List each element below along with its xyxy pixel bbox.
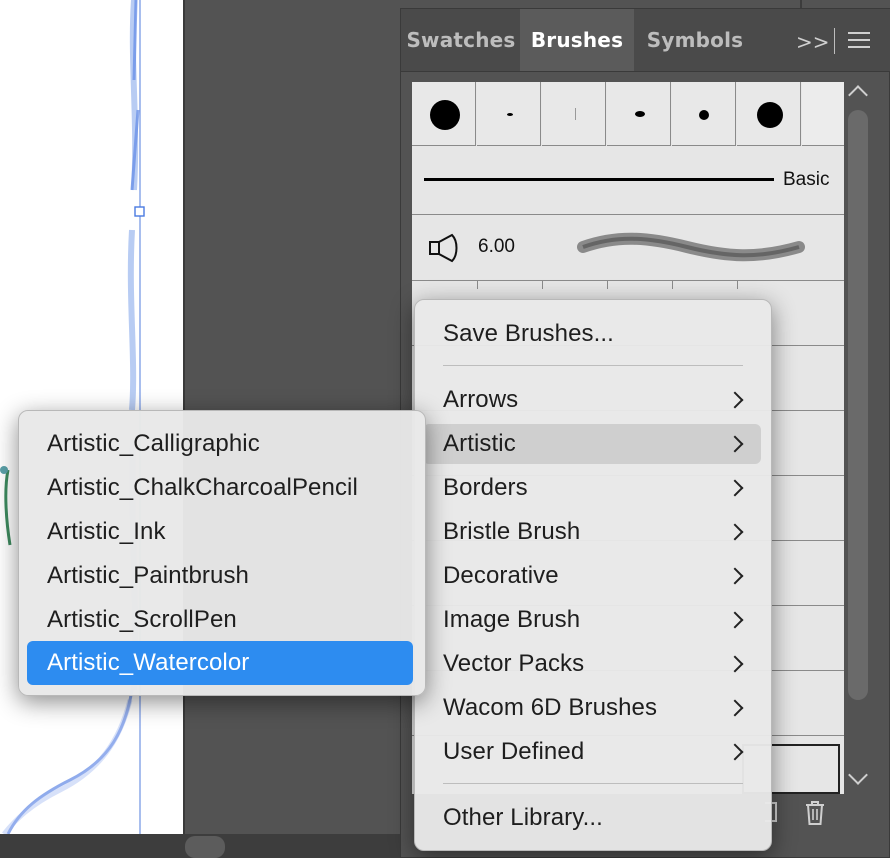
basic-brush-stroke <box>424 178 774 181</box>
artistic-submenu: Artistic_Calligraphic Artistic_ChalkChar… <box>18 410 426 696</box>
brush-thumb[interactable] <box>672 82 736 146</box>
menu-separator <box>443 365 743 366</box>
menu-item-save-brushes[interactable]: Save Brushes... <box>423 314 761 354</box>
tab-brushes[interactable]: Brushes <box>520 9 634 71</box>
submenu-item-artistic-paintbrush[interactable]: Artistic_Paintbrush <box>27 556 413 596</box>
chevron-right-icon <box>726 523 744 541</box>
menu-item-other-library[interactable]: Other Library... <box>423 798 761 838</box>
brush-thumb[interactable] <box>737 82 801 146</box>
chevron-right-icon <box>726 655 744 673</box>
watercolor-stroke-preview <box>577 232 805 262</box>
chevron-right-icon <box>726 567 744 585</box>
menu-item-wacom-6d-brushes[interactable]: Wacom 6D Brushes <box>423 688 761 728</box>
chevron-right-icon <box>726 435 744 453</box>
menu-item-bristle-brush[interactable]: Bristle Brush <box>423 512 761 552</box>
chevron-right-icon <box>726 743 744 761</box>
submenu-item-artistic-ink[interactable]: Artistic_Ink <box>27 512 413 552</box>
submenu-item-artistic-watercolor[interactable]: Artistic_Watercolor <box>27 641 413 685</box>
chevron-right-icon <box>726 479 744 497</box>
brush-thumb-empty <box>802 82 844 146</box>
panel-menu-icon[interactable] <box>848 32 870 50</box>
menu-item-vector-packs[interactable]: Vector Packs <box>423 644 761 684</box>
trash-icon[interactable] <box>803 800 827 826</box>
tab-symbols[interactable]: Symbols <box>636 9 754 71</box>
menu-item-decorative[interactable]: Decorative <box>423 556 761 596</box>
brush-row-calligraphic[interactable]: 6.00 <box>412 215 844 281</box>
basic-brush-label: Basic <box>783 169 830 190</box>
panel-header-separator <box>834 28 835 54</box>
brush-thumb[interactable] <box>412 82 476 146</box>
brush-size-value: 6.00 <box>478 236 515 257</box>
submenu-item-artistic-calligraphic[interactable]: Artistic_Calligraphic <box>27 424 413 464</box>
menu-item-borders[interactable]: Borders <box>423 468 761 508</box>
brush-thumb[interactable] <box>477 82 541 146</box>
horizontal-scroll-thumb[interactable] <box>185 836 225 858</box>
menu-item-artistic[interactable]: Artistic <box>423 424 761 464</box>
menu-item-user-defined[interactable]: User Defined <box>423 732 761 772</box>
chevron-right-icon <box>726 391 744 409</box>
brush-row-basic[interactable]: Basic <box>412 148 844 215</box>
menu-separator <box>443 783 743 784</box>
menu-item-arrows[interactable]: Arrows <box>423 380 761 420</box>
submenu-item-artistic-scrollpen[interactable]: Artistic_ScrollPen <box>27 600 413 640</box>
brush-libraries-menu: Save Brushes... Arrows Artistic Borders … <box>414 299 772 851</box>
menu-item-image-brush[interactable]: Image Brush <box>423 600 761 640</box>
tab-swatches[interactable]: Swatches <box>404 9 518 71</box>
brush-thumb[interactable] <box>607 82 671 146</box>
chevron-right-icon <box>726 699 744 717</box>
submenu-item-artistic-chalkcharcoalpencil[interactable]: Artistic_ChalkCharcoalPencil <box>27 468 413 508</box>
expand-panels-icon[interactable]: >> <box>796 30 830 54</box>
brush-thumb[interactable] <box>542 82 606 146</box>
pressure-brush-icon <box>429 233 458 263</box>
chevron-right-icon <box>726 611 744 629</box>
scroll-handle[interactable] <box>848 110 868 700</box>
